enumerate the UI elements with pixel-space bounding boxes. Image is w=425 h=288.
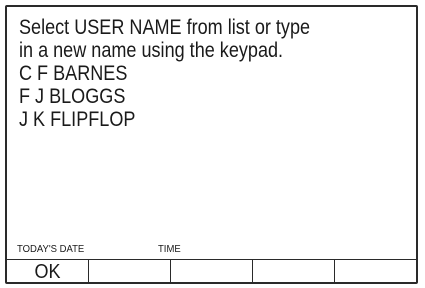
- softkey-5-button[interactable]: [335, 260, 416, 282]
- softkey-bar: OK: [7, 259, 416, 283]
- display-area: Select USER NAME from list or type in a …: [7, 7, 416, 259]
- softkey-ok-label: OK: [34, 261, 61, 283]
- softkey-4-button[interactable]: [253, 260, 335, 282]
- user-list-item-bloggs[interactable]: F J BLOGGS: [19, 85, 360, 108]
- prompt-line-2: in a new name using the keypad.: [19, 39, 284, 62]
- todays-date-label: TODAY'S DATE: [17, 244, 85, 255]
- softkey-ok-button[interactable]: OK: [7, 260, 89, 283]
- display-screen: Select USER NAME from list or type in a …: [5, 5, 418, 284]
- user-list-item-barnes[interactable]: C F BARNES: [19, 62, 360, 85]
- status-row: TODAY'S DATE TIME: [17, 244, 412, 258]
- softkey-3-button[interactable]: [171, 260, 253, 282]
- softkey-2-button[interactable]: [89, 260, 171, 282]
- user-name-list: C F BARNES F J BLOGGS J K FLIPFLOP: [19, 62, 416, 131]
- time-label: TIME: [158, 244, 181, 255]
- prompt-line-1: Select USER NAME from list or type: [19, 16, 311, 39]
- user-list-item-flipflop[interactable]: J K FLIPFLOP: [19, 108, 360, 131]
